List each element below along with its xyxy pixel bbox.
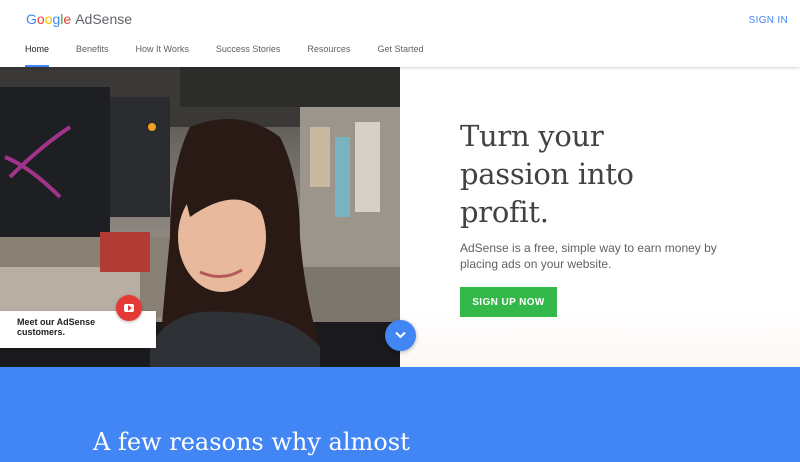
nav-item-get-started[interactable]: Get Started [377,44,423,67]
nav-item-how-it-works[interactable]: How It Works [136,44,189,67]
logo-letter: e [63,11,72,27]
hero-video-thumbnail[interactable]: Meet our AdSense customers. [0,67,400,367]
logo-letter: G [26,11,37,27]
sign-in-link[interactable]: SIGN IN [749,15,788,26]
youtube-play-icon[interactable] [116,295,142,321]
scroll-down-button[interactable] [385,320,416,351]
hero-description: AdSense is a free, simple way to earn mo… [460,241,717,271]
logo-product-name: AdSense [75,11,133,27]
reasons-section: A few reasons why almost [0,367,800,462]
video-card-label: Meet our AdSense customers. [17,317,96,337]
adsense-logo[interactable]: Google AdSense [26,11,132,27]
main-nav: Home Benefits How It Works Success Stori… [25,44,450,67]
nav-item-resources[interactable]: Resources [307,44,350,67]
nav-item-benefits[interactable]: Benefits [76,44,109,67]
reasons-heading: A few reasons why almost [93,428,410,456]
sign-up-button[interactable]: SIGN UP NOW [460,287,557,317]
hero-title: Turn your passion into profit. [460,119,634,229]
site-header: Google AdSense SIGN IN Home Benefits How … [0,0,800,67]
hero-content: Turn your passion into profit. AdSense i… [400,67,800,367]
nav-item-home[interactable]: Home [25,44,50,67]
nav-item-success-stories[interactable]: Success Stories [216,44,281,67]
hero-section: Meet our AdSense customers. Turn your pa… [0,67,800,367]
logo-letter: o [36,11,45,27]
chevron-down-icon [395,331,406,339]
